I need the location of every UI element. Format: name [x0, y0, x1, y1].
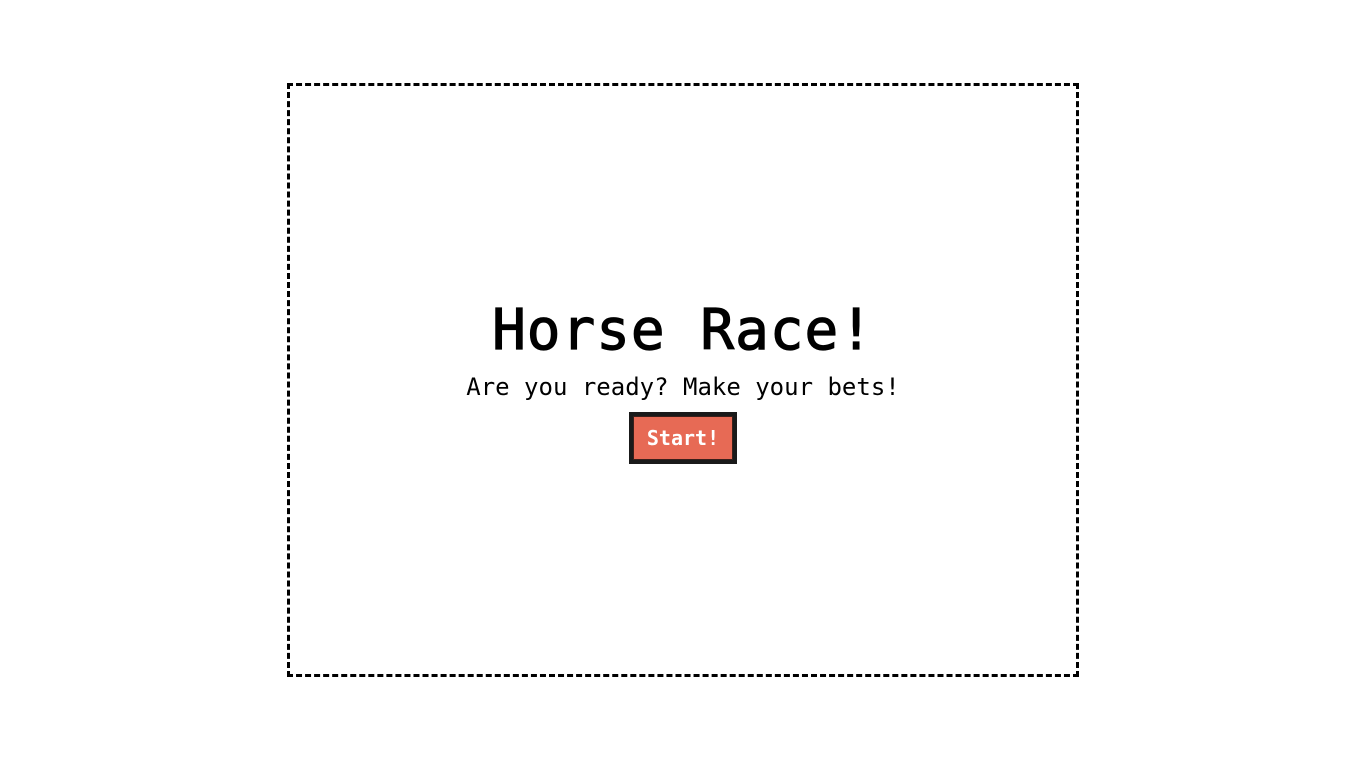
- start-button[interactable]: Start!: [628, 412, 738, 464]
- game-subtitle: Are you ready? Make your bets!: [466, 373, 900, 401]
- start-screen: Horse Race! Are you ready? Make your bet…: [290, 296, 1076, 464]
- game-frame: Horse Race! Are you ready? Make your bet…: [287, 83, 1079, 677]
- game-title: Horse Race!: [491, 297, 874, 363]
